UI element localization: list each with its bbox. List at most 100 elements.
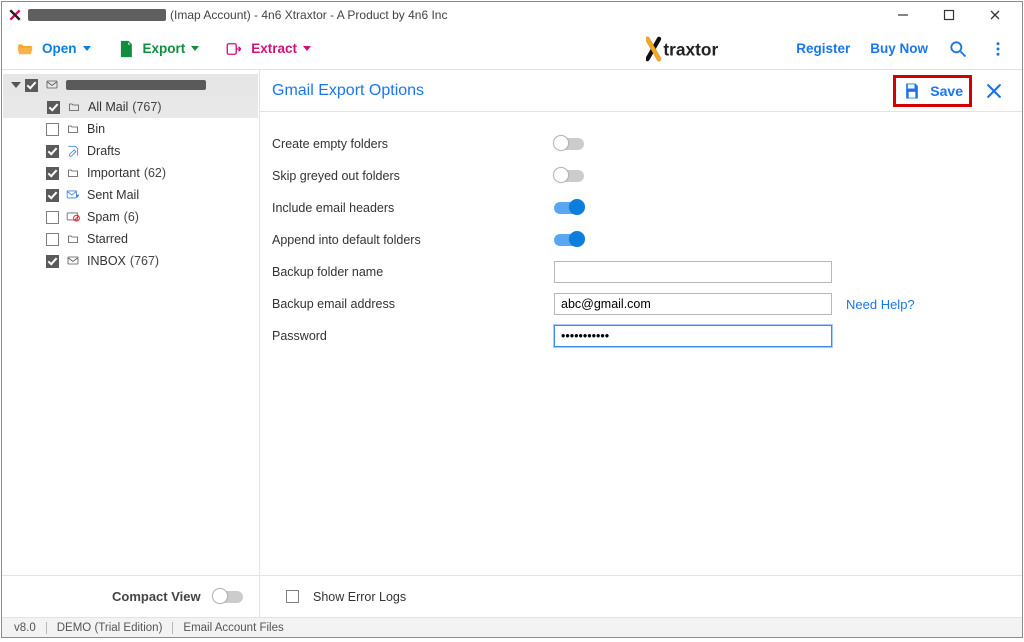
app-logo: traxtor [646,36,776,62]
folder-checkbox[interactable] [46,123,59,136]
folder-icon [66,100,82,114]
folder-label: Bin [87,122,105,136]
folder-all-mail[interactable]: All Mail (767) [3,96,258,118]
opt-create-empty-label: Create empty folders [272,137,554,151]
folder-important[interactable]: Important (62) [2,162,259,184]
backup-email-input[interactable] [554,293,832,315]
folder-label: Starred [87,232,128,246]
extract-menu[interactable]: Extract [219,36,317,62]
window-close-button[interactable] [972,2,1018,28]
draft-icon [65,144,81,158]
minimize-button[interactable] [880,2,926,28]
show-error-checkbox[interactable] [286,590,299,603]
folder-label: Sent Mail [87,188,139,202]
save-icon [902,81,922,101]
caret-down-icon [191,46,199,51]
file-export-icon [117,40,135,58]
opt-include-headers-label: Include email headers [272,201,554,215]
toggle-create-empty[interactable] [554,138,584,150]
toggle-compact-view[interactable] [213,591,243,603]
folder-icon [65,232,81,246]
main-toolbar: Open Export Extract traxtor Register Buy… [2,28,1022,70]
status-version: v8.0 [14,622,36,634]
more-menu-button[interactable] [988,39,1008,59]
folder-icon [65,122,81,136]
maximize-button[interactable] [926,2,972,28]
mail-icon [44,78,60,92]
caret-down-icon [83,46,91,51]
backup-folder-input[interactable] [554,261,832,283]
opt-skip-greyed-label: Skip greyed out folders [272,169,554,183]
folder-checkbox[interactable] [46,233,59,246]
toggle-append-default[interactable] [554,234,584,246]
sent-icon [65,188,81,202]
more-vertical-icon [989,40,1007,58]
folder-drafts[interactable]: Drafts [2,140,259,162]
search-button[interactable] [948,39,968,59]
folder-count: (767) [130,254,159,268]
folder-count: (62) [144,166,166,180]
status-mode: Email Account Files [183,622,283,634]
opt-append-default-label: Append into default folders [272,233,554,247]
register-link[interactable]: Register [796,41,850,56]
compact-view-label: Compact View [112,589,201,604]
bottom-bar: Compact View Show Error Logs [2,575,1022,617]
inbox-icon [65,254,81,268]
open-label: Open [42,41,77,56]
main-panel: Gmail Export Options Save Create empty f… [260,70,1022,575]
backup-folder-label: Backup folder name [272,265,554,279]
folder-checkbox[interactable] [46,145,59,158]
password-input[interactable] [554,325,832,347]
folder-label: Spam [87,210,120,224]
close-icon [984,81,1004,101]
folder-icon [65,166,81,180]
chevron-down-icon[interactable] [11,82,21,88]
folder-label: All Mail [88,100,128,114]
folder-inbox[interactable]: INBOX (767) [2,250,259,272]
show-error-label: Show Error Logs [313,590,406,604]
folder-tree: All Mail (767) Bin Drafts Important (62) Sen… [2,70,260,575]
buy-link[interactable]: Buy Now [870,41,928,56]
folder-checkbox[interactable] [46,211,59,224]
app-icon [8,8,22,22]
folder-checkbox[interactable] [46,167,59,180]
search-icon [948,39,968,59]
open-menu[interactable]: Open [10,36,97,62]
folder-bin[interactable]: Bin [2,118,259,140]
panel-title: Gmail Export Options [272,82,424,100]
svg-text:traxtor: traxtor [664,39,719,59]
folder-count: (767) [132,100,161,114]
folder-label: Drafts [87,144,120,158]
account-name-redacted [66,80,206,90]
export-menu[interactable]: Export [111,36,206,62]
account-checkbox[interactable] [25,79,38,92]
password-label: Password [272,329,554,343]
window-title: (Imap Account) - 4n6 Xtraxtor - A Produc… [170,8,447,22]
folder-count: (6) [124,210,139,224]
folder-label: INBOX [87,254,126,268]
titlebar: (Imap Account) - 4n6 Xtraxtor - A Produc… [2,2,1022,28]
folder-checkbox[interactable] [46,255,59,268]
caret-down-icon [303,46,311,51]
folder-sent-mail[interactable]: Sent Mail [2,184,259,206]
export-label: Export [143,41,186,56]
toggle-include-headers[interactable] [554,202,584,214]
spam-icon [65,210,81,224]
account-node[interactable] [3,74,258,96]
panel-close-button[interactable] [982,79,1006,103]
title-redacted [28,9,166,21]
save-button[interactable]: Save [893,75,972,107]
folder-checkbox[interactable] [46,189,59,202]
extract-label: Extract [251,41,297,56]
folder-open-icon [16,40,34,58]
folder-spam[interactable]: Spam (6) [2,206,259,228]
status-edition: DEMO (Trial Edition) [57,622,163,634]
save-label: Save [930,83,963,99]
toggle-skip-greyed[interactable] [554,170,584,182]
folder-checkbox[interactable] [47,101,60,114]
folder-starred[interactable]: Starred [2,228,259,250]
folder-label: Important [87,166,140,180]
need-help-link[interactable]: Need Help? [846,297,915,312]
extract-icon [225,40,243,58]
status-bar: v8.0 DEMO (Trial Edition) Email Account … [2,617,1022,637]
